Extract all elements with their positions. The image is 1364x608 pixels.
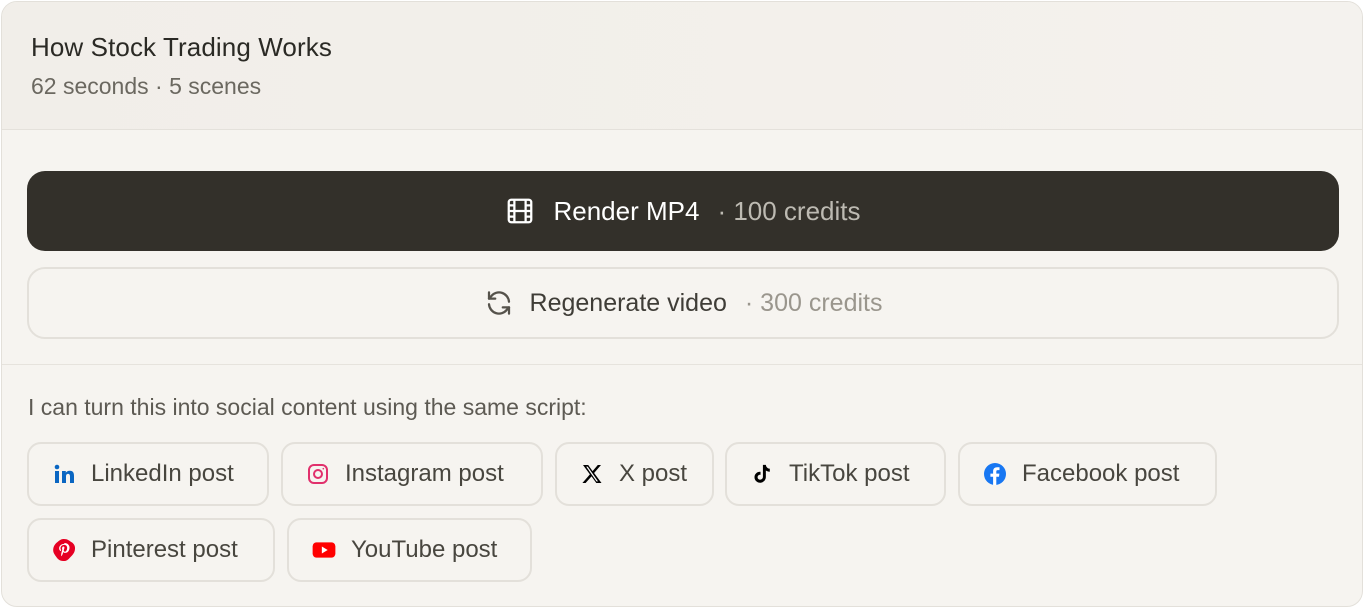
instagram-post-label: Instagram post: [345, 460, 504, 487]
linkedin-post-label: LinkedIn post: [91, 460, 234, 487]
linkedin-post-chip[interactable]: LinkedIn post: [27, 442, 269, 506]
regenerate-video-button[interactable]: Regenerate video · 300 credits: [27, 267, 1339, 339]
facebook-post-chip[interactable]: Facebook post: [958, 442, 1217, 506]
tiktok-post-label: TikTok post: [789, 460, 910, 487]
section-divider: [2, 364, 1362, 365]
x-post-chip[interactable]: X post: [555, 442, 714, 506]
youtube-icon: [311, 537, 337, 563]
x-post-label: X post: [619, 460, 688, 487]
social-prompt: I can turn this into social content usin…: [28, 394, 587, 420]
regenerate-video-cost: · 300 credits: [744, 288, 883, 317]
render-mp4-label: Render MP4: [553, 195, 700, 226]
film-icon: [505, 196, 535, 226]
tiktok-post-chip[interactable]: TikTok post: [725, 442, 946, 506]
video-card: How Stock Trading Works 62 seconds · 5 s…: [1, 1, 1363, 607]
render-mp4-cost: · 100 credits: [717, 195, 861, 226]
youtube-post-label: YouTube post: [351, 536, 498, 563]
pinterest-post-chip[interactable]: Pinterest post: [27, 518, 275, 582]
video-header: How Stock Trading Works 62 seconds · 5 s…: [2, 2, 1362, 130]
regenerate-video-label: Regenerate video: [529, 288, 727, 317]
facebook-post-label: Facebook post: [1022, 460, 1180, 487]
render-mp4-button[interactable]: Render MP4 · 100 credits: [27, 171, 1339, 251]
facebook-icon: [982, 461, 1008, 487]
refresh-icon: [484, 288, 514, 318]
x-icon: [579, 461, 605, 487]
video-meta: 62 seconds · 5 scenes: [31, 73, 262, 99]
linkedin-icon: [51, 461, 77, 487]
video-title: How Stock Trading Works: [31, 32, 332, 62]
pinterest-icon: [51, 537, 77, 563]
pinterest-post-label: Pinterest post: [91, 536, 238, 563]
youtube-post-chip[interactable]: YouTube post: [287, 518, 532, 582]
instagram-icon: [305, 461, 331, 487]
instagram-post-chip[interactable]: Instagram post: [281, 442, 543, 506]
tiktok-icon: [749, 461, 775, 487]
